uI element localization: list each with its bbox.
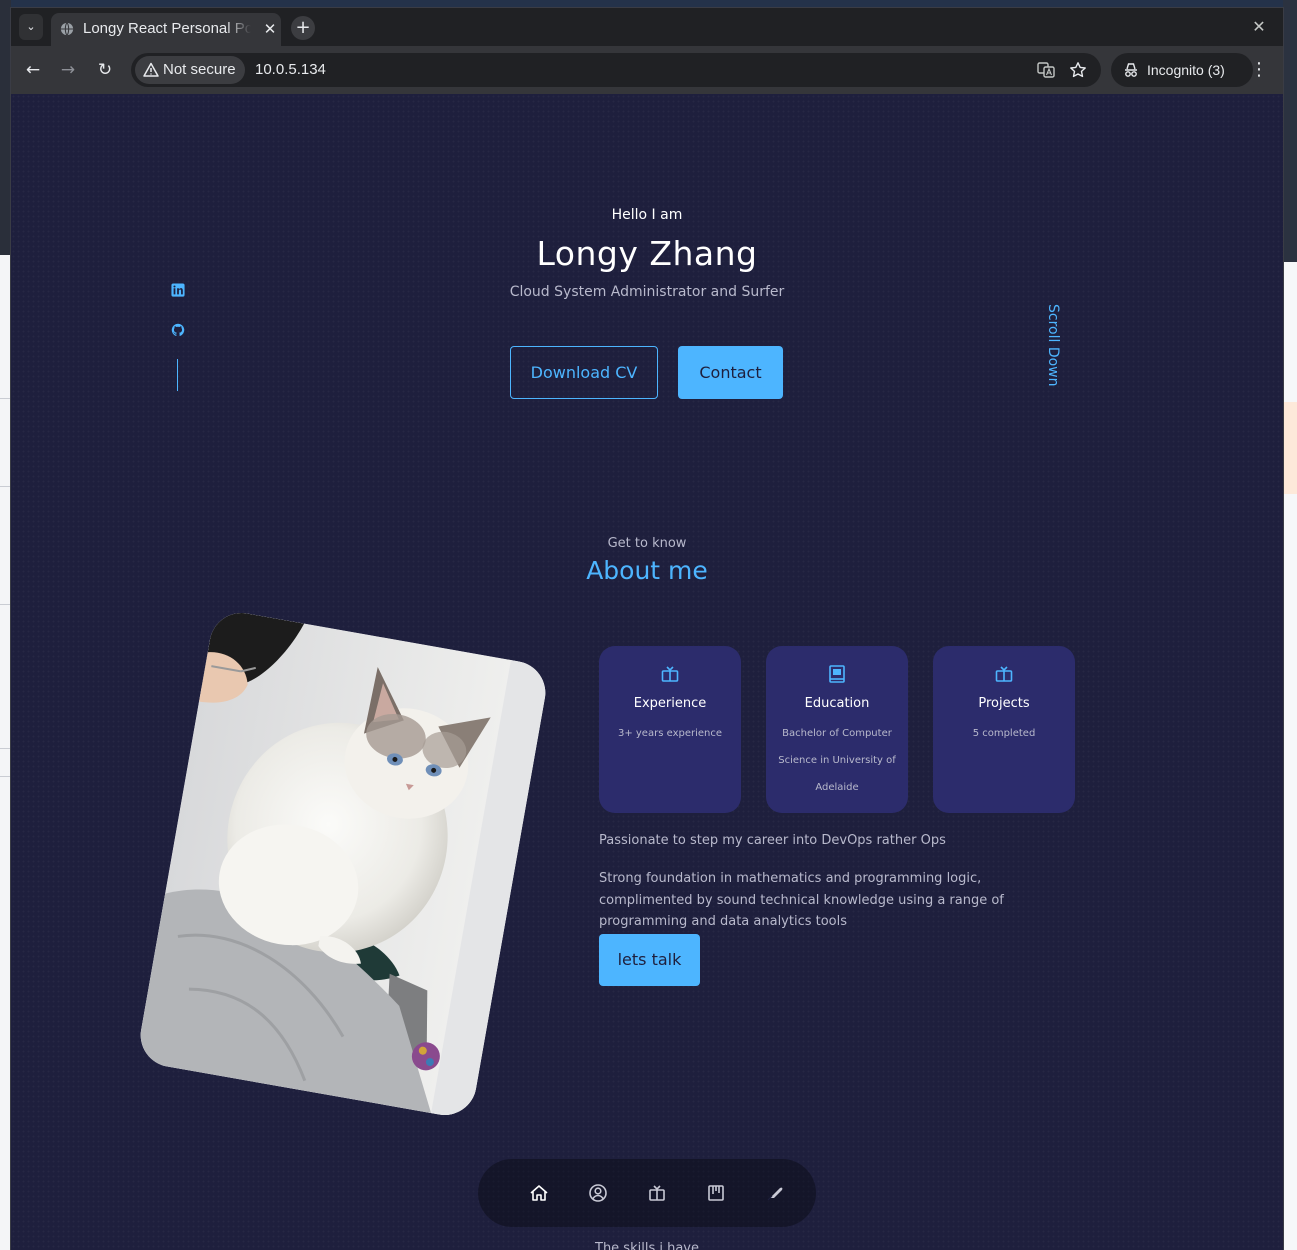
skills-kicker: The skills i have	[595, 1241, 699, 1250]
window-close-button[interactable]: ✕	[1249, 16, 1269, 38]
about-kicker: Get to know	[607, 536, 687, 551]
browser-window: ⌄ Longy React Personal Portfolio ✕ + ✕ ←…	[11, 8, 1283, 1250]
education-card: Education Bachelor of Computer Science i…	[766, 646, 908, 813]
security-indicator[interactable]: Not secure	[135, 56, 245, 84]
reload-button[interactable]: ↻	[93, 58, 117, 82]
portfolio-icon[interactable]	[705, 1182, 727, 1204]
card-title: Projects	[978, 696, 1030, 711]
portfolio-page: Hello I am Longy Zhang Cloud System Admi…	[11, 94, 1283, 1250]
tab-title: Longy React Personal Portfolio	[83, 20, 251, 37]
star-icon[interactable]	[1069, 61, 1087, 79]
background-window-right-dark	[1283, 0, 1297, 262]
incognito-button[interactable]: Incognito (3)	[1111, 53, 1253, 87]
browser-toolbar: ← → ↻ Not secure 10.0.5.134 Incognito (3…	[11, 46, 1283, 94]
book-icon	[829, 665, 845, 683]
feather-icon[interactable]	[764, 1182, 786, 1204]
active-tab[interactable]: Longy React Personal Portfolio ✕	[51, 13, 281, 46]
about-paragraph-2: Strong foundation in mathematics and pro…	[599, 871, 1004, 929]
incognito-icon	[1125, 63, 1137, 77]
translate-icon[interactable]	[1037, 61, 1055, 79]
hero-name: Longy Zhang	[536, 234, 758, 273]
experience-card: Experience 3+ years experience	[599, 646, 741, 813]
lets-talk-button[interactable]: lets talk	[599, 934, 700, 986]
new-tab-button[interactable]: +	[291, 16, 315, 40]
background-window-left-dark	[0, 0, 11, 255]
incognito-label: Incognito (3)	[1147, 62, 1225, 78]
tab-search-button[interactable]: ⌄	[19, 14, 43, 40]
github-icon[interactable]	[171, 323, 185, 337]
security-label: Not secure	[163, 61, 236, 78]
projects-card: Projects 5 completed	[933, 646, 1075, 813]
scroll-down-link[interactable]: Scroll Down	[1041, 304, 1065, 404]
globe-icon	[60, 22, 74, 36]
card-title: Experience	[633, 696, 707, 711]
floating-bottom-nav	[478, 1159, 816, 1227]
desktop-background-top	[0, 0, 1297, 8]
card-subtitle: 3+ years experience	[617, 728, 723, 739]
tab-close-icon[interactable]: ✕	[261, 19, 279, 39]
about-me-photo	[135, 607, 551, 1121]
tab-bar: ⌄ Longy React Personal Portfolio ✕ + ✕	[11, 8, 1283, 46]
url-text[interactable]: 10.0.5.134	[255, 60, 326, 80]
book-open-icon[interactable]	[646, 1182, 668, 1204]
hero-role: Cloud System Administrator and Surfer	[509, 284, 785, 300]
book-open-icon	[995, 666, 1013, 682]
user-icon[interactable]	[587, 1182, 609, 1204]
download-cv-button[interactable]: Download CV	[510, 346, 658, 399]
forward-button[interactable]: →	[56, 58, 80, 82]
home-icon[interactable]	[528, 1182, 550, 1204]
browser-menu-icon[interactable]: ⋮	[1249, 58, 1269, 82]
back-button[interactable]: ←	[21, 58, 45, 82]
warning-icon	[143, 62, 159, 77]
about-paragraph-1: Passionate to step my career into DevOps…	[599, 833, 946, 848]
about-title: About me	[586, 556, 708, 585]
social-divider-line	[177, 359, 178, 391]
book-open-icon	[661, 666, 679, 682]
linkedin-icon[interactable]	[171, 283, 185, 297]
card-subtitle: Bachelor of Computer Science in Universi…	[778, 728, 896, 793]
hero-greeting: Hello I am	[611, 207, 683, 223]
card-title: Education	[804, 696, 870, 711]
contact-button[interactable]: Contact	[678, 346, 783, 399]
card-subtitle: 5 completed	[972, 728, 1036, 739]
address-bar[interactable]: Not secure 10.0.5.134	[131, 53, 1101, 87]
